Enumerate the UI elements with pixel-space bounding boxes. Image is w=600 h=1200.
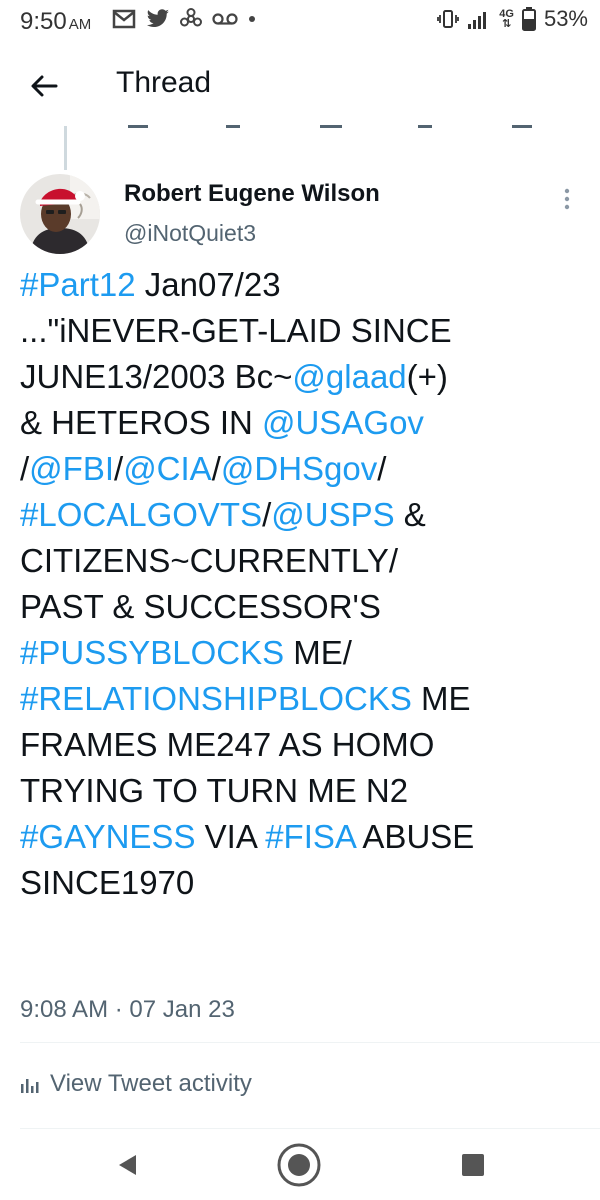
tweet-text-line: /@FBI/@CIA/@DHSgov/ (20, 446, 590, 492)
author-handle[interactable]: @iNotQuiet3 (124, 220, 256, 247)
mention-link[interactable]: @glaad (292, 358, 406, 395)
mention-link[interactable]: @FBI (29, 450, 114, 487)
tweet-text-segment: TRYING TO TURN ME N2 (20, 772, 409, 809)
tweet-text-line: #GAYNESS VIA #FISA ABUSE (20, 814, 590, 860)
mention-link[interactable]: @USPS (271, 496, 394, 533)
divider (20, 1128, 600, 1129)
tweet-text-segment: & (394, 496, 426, 533)
reply-icon[interactable] (128, 118, 148, 128)
divider (20, 1042, 600, 1043)
mention-link[interactable]: @CIA (123, 450, 212, 487)
voicemail-icon (212, 13, 238, 25)
tweet-text-segment: / (262, 496, 272, 533)
tweet-text-line: #Part12 Jan07/23 (20, 262, 590, 308)
status-time-ampm: AM (68, 16, 92, 33)
triangle-back-icon (119, 1155, 136, 1175)
status-time: 9:50 AM (20, 8, 91, 36)
status-time-value: 9:50 (20, 8, 67, 35)
like-icon[interactable] (320, 118, 342, 128)
avatar-image (20, 174, 100, 254)
network-4g-icon: 4G ⇅ (499, 8, 514, 30)
more-vertical-icon (564, 188, 570, 210)
tweet-text-segment: ME/ (284, 634, 352, 671)
back-button[interactable] (18, 60, 70, 112)
nav-recents-button[interactable] (448, 1140, 498, 1190)
thread-connector (64, 126, 67, 170)
hashtag-link[interactable]: #PUSSYBLOCKS (20, 634, 284, 671)
tweet-timestamp[interactable]: 9:08 AM · 07 Jan 23 (20, 996, 235, 1024)
more-options-button[interactable] (552, 182, 582, 216)
tweet-text-line: #LOCALGOVTS/@USPS & (20, 492, 590, 538)
tweet-text-segment: CITIZENS~CURRENTLY/ (20, 542, 399, 579)
network-type: 4G (499, 8, 514, 20)
tweet-text-line: #RELATIONSHIPBLOCKS ME (20, 676, 590, 722)
tweet-text-line: PAST & SUCCESSOR'S (20, 584, 590, 630)
tweet-text-segment: / (114, 450, 124, 487)
home-circle-icon (277, 1143, 321, 1187)
mention-link[interactable]: @USAGov (262, 404, 424, 441)
tweet-text-segment: ME (411, 680, 471, 717)
square-recents-icon (462, 1154, 484, 1176)
mail-icon (112, 9, 136, 29)
battery-icon (521, 7, 536, 31)
tweet-text-segment: FRAMES ME247 AS HOMO (20, 726, 435, 763)
hashtag-link[interactable]: #RELATIONSHIPBLOCKS (20, 680, 412, 717)
analytics-icon[interactable] (512, 118, 532, 128)
tweet-text-segment: SINCE1970 (20, 864, 195, 901)
dot-icon (249, 16, 255, 22)
tweet-text-segment: VIA (195, 818, 266, 855)
avatar[interactable] (20, 174, 100, 254)
twitter-bird-icon (147, 9, 169, 28)
app-header: Thread (0, 46, 600, 124)
fan-icon (180, 8, 202, 27)
tweet-text-line: #PUSSYBLOCKS ME/ (20, 630, 590, 676)
tweet-text-segment: ..."iNEVER-GET-LAID SINCE (20, 312, 452, 349)
notification-icons (112, 8, 256, 30)
status-bar: 9:50 AM 4G ⇅ 53% (0, 0, 600, 46)
tweet-text-segment: / (211, 450, 221, 487)
arrow-left-icon (31, 75, 58, 97)
nav-back-button[interactable] (102, 1140, 152, 1190)
hashtag-link[interactable]: #GAYNESS (20, 818, 195, 855)
tweet-text-segment: / (377, 450, 387, 487)
system-nav-bar (0, 1130, 600, 1200)
tweet-text-line: SINCE1970 (20, 860, 590, 906)
tweet-text-line: CITIZENS~CURRENTLY/ (20, 538, 590, 584)
tweet-text-segment: ABUSE (355, 818, 475, 855)
author-name[interactable]: Robert Eugene Wilson (124, 180, 380, 208)
tweet-text-segment: & HETEROS IN (20, 404, 263, 441)
tweet-text-segment: Jan07/23 (135, 266, 281, 303)
page-title: Thread (116, 66, 212, 99)
mention-link[interactable]: @DHSgov (221, 450, 377, 487)
vibrate-icon (437, 10, 460, 28)
view-tweet-activity-link[interactable]: View Tweet activity (20, 1070, 252, 1098)
hashtag-link[interactable]: #Part12 (20, 266, 136, 303)
system-status-icons: 4G ⇅ 53% (437, 6, 588, 32)
nav-home-button[interactable] (274, 1140, 324, 1190)
tweet-text-segment: (+) (406, 358, 448, 395)
activity-label: View Tweet activity (50, 1070, 252, 1097)
tweet-text-line: TRYING TO TURN ME N2 (20, 768, 590, 814)
tweet-text-segment: JUNE13/2003 Bc~ (20, 358, 293, 395)
hashtag-link[interactable]: #FISA (265, 818, 355, 855)
battery-percent: 53% (543, 6, 588, 31)
tweet-text-line: FRAMES ME247 AS HOMO (20, 722, 590, 768)
tweet-text-line: JUNE13/2003 Bc~@glaad(+) (20, 354, 590, 400)
tweet-text-segment: PAST & SUCCESSOR'S (20, 588, 381, 625)
tweet-text-line: & HETEROS IN @USAGov (20, 400, 590, 446)
tweet-text-segment: / (20, 450, 30, 487)
previous-tweet-actions (0, 118, 600, 132)
hashtag-link[interactable]: #LOCALGOVTS (20, 496, 262, 533)
tweet-text-line: ..."iNEVER-GET-LAID SINCE (20, 308, 590, 354)
tweet-text: #Part12 Jan07/23 ..."iNEVER-GET-LAID SINC… (20, 262, 590, 906)
share-icon[interactable] (418, 118, 432, 128)
retweet-icon[interactable] (226, 118, 240, 128)
signal-icon (468, 12, 487, 29)
analytics-bars-icon (21, 1079, 39, 1093)
